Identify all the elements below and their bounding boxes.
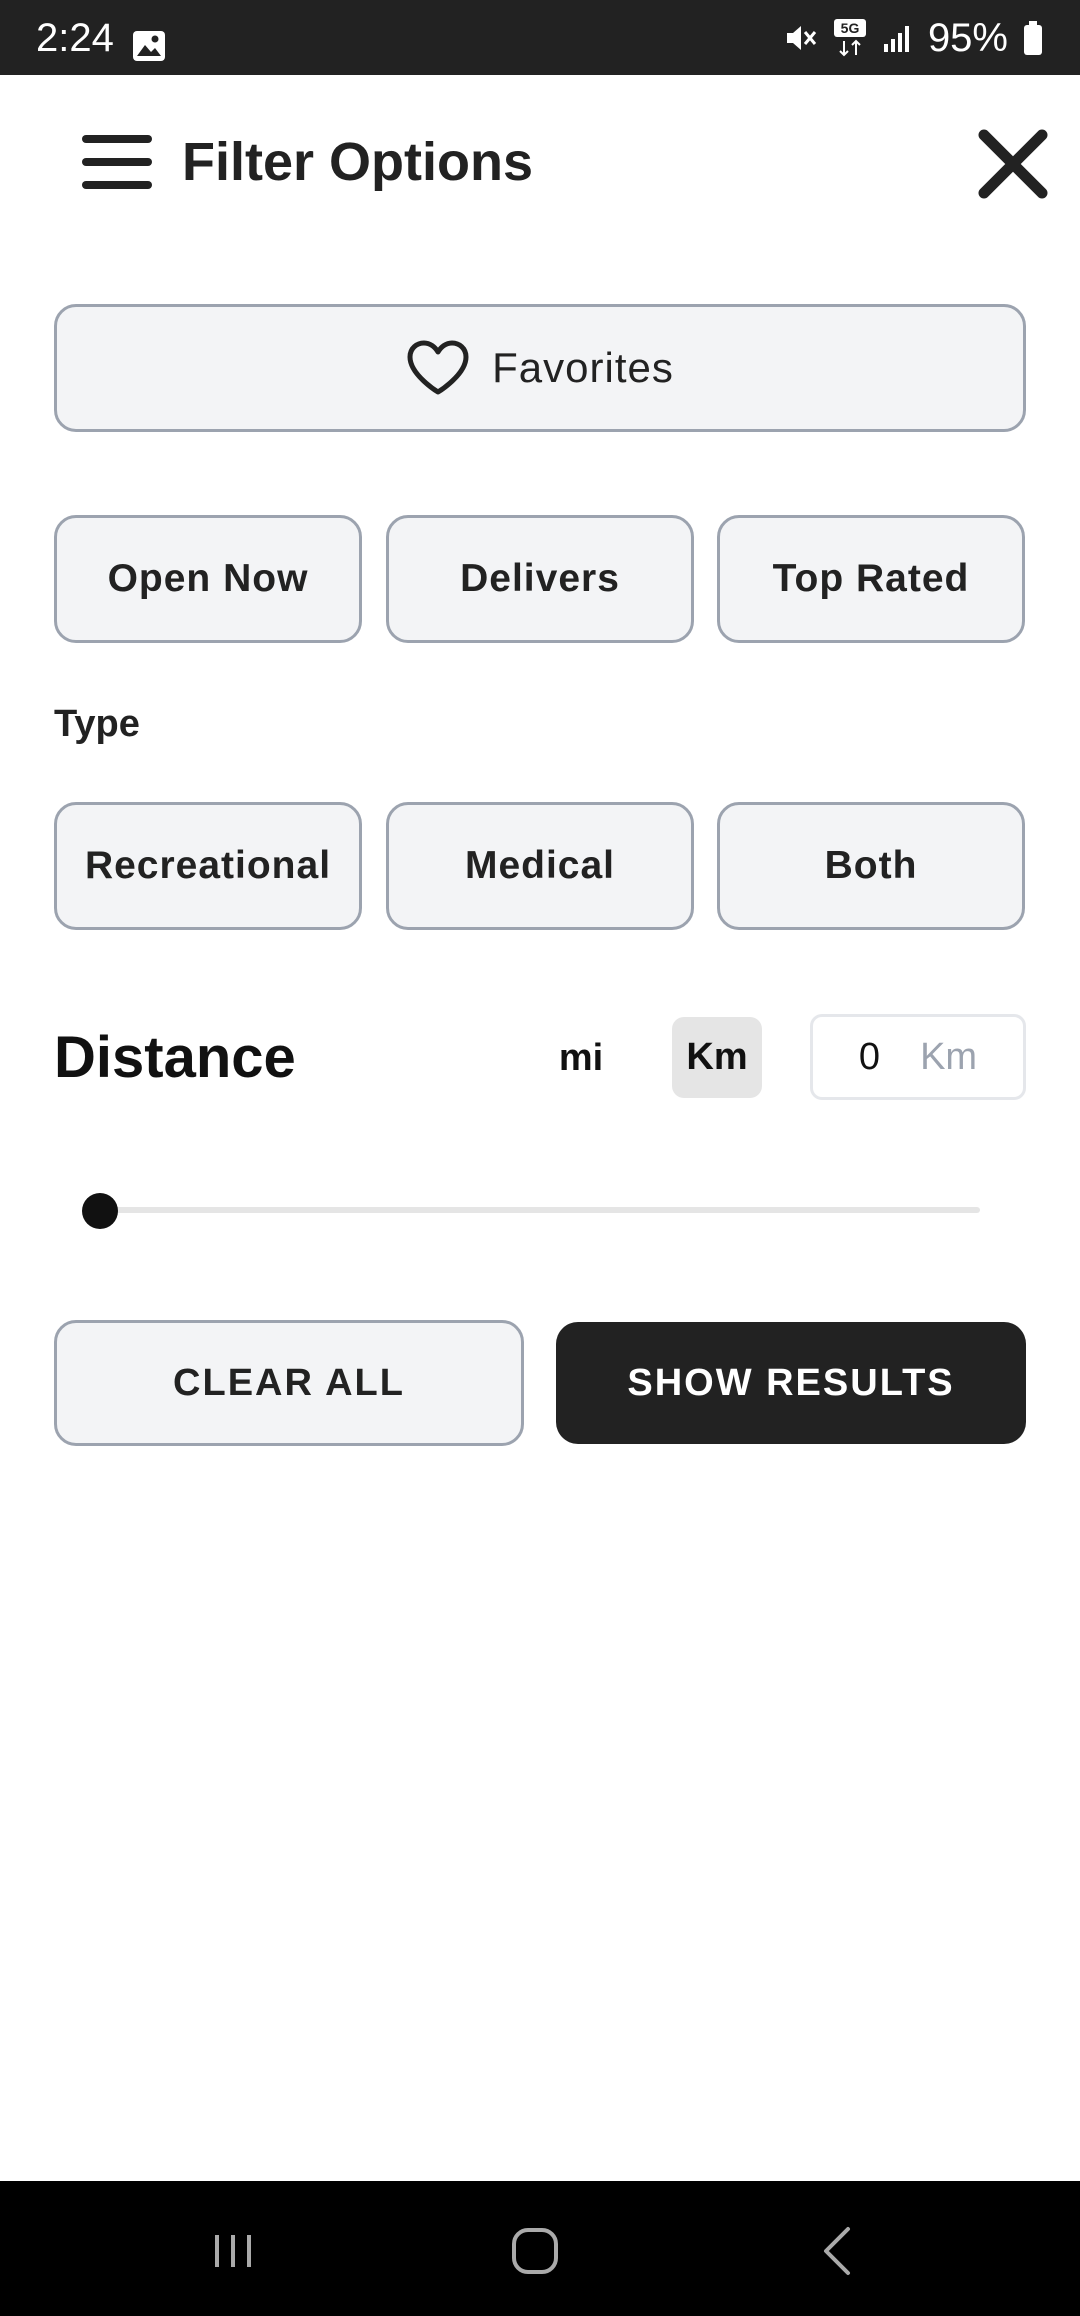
- both-label: Both: [824, 844, 918, 887]
- delivers-label: Delivers: [460, 557, 620, 600]
- distance-input-unit: Km: [920, 1035, 978, 1078]
- show-results-label: SHOW RESULTS: [627, 1361, 955, 1404]
- show-results-button[interactable]: SHOW RESULTS: [556, 1322, 1026, 1444]
- svg-text:5G: 5G: [841, 20, 860, 36]
- top-rated-button[interactable]: Top Rated: [717, 515, 1025, 643]
- clear-all-button[interactable]: CLEAR ALL: [54, 1320, 524, 1446]
- favorites-button[interactable]: Favorites: [54, 304, 1026, 432]
- gallery-icon: [133, 31, 165, 61]
- clear-all-label: CLEAR ALL: [173, 1361, 405, 1404]
- back-icon[interactable]: [808, 2221, 868, 2281]
- distance-input[interactable]: 0 Km: [810, 1014, 1026, 1100]
- medical-label: Medical: [464, 844, 616, 887]
- mute-icon: [786, 26, 817, 50]
- battery-percent: 95%: [927, 16, 1008, 60]
- battery-icon: [1024, 21, 1042, 55]
- signal-icon: [883, 26, 909, 52]
- distance-value: 0: [858, 1035, 881, 1078]
- recent-apps-icon[interactable]: [203, 2221, 263, 2281]
- status-right-icons: 5G 95%: [784, 16, 1044, 60]
- status-time: 2:24: [36, 16, 114, 60]
- 5g-icon: 5G: [833, 19, 866, 57]
- distance-slider-thumb[interactable]: [82, 1193, 118, 1229]
- heart-icon: [407, 340, 469, 395]
- type-both-button[interactable]: Both: [717, 802, 1025, 930]
- distance-label: Distance: [54, 1025, 296, 1090]
- type-medical-button[interactable]: Medical: [386, 802, 694, 930]
- type-recreational-button[interactable]: Recreational: [54, 802, 362, 930]
- status-bar: 2:24 5G 95%: [0, 0, 1080, 75]
- open-now-label: Open Now: [107, 557, 309, 600]
- distance-slider-track[interactable]: [100, 1207, 980, 1213]
- recreational-label: Recreational: [84, 844, 332, 887]
- open-now-button[interactable]: Open Now: [54, 515, 362, 643]
- hamburger-icon[interactable]: [82, 133, 152, 191]
- unit-km-toggle[interactable]: Km: [672, 1017, 762, 1098]
- header: Filter Options: [0, 75, 1080, 255]
- type-section-label: Type: [54, 703, 140, 745]
- top-rated-label: Top Rated: [772, 557, 970, 600]
- home-icon[interactable]: [505, 2221, 565, 2281]
- close-icon[interactable]: [976, 127, 1050, 201]
- unit-mi-toggle[interactable]: mi: [540, 1018, 622, 1098]
- system-nav-bar: [0, 2181, 1080, 2316]
- page-title: Filter Options: [182, 132, 533, 192]
- favorites-label: Favorites: [492, 344, 674, 391]
- delivers-button[interactable]: Delivers: [386, 515, 694, 643]
